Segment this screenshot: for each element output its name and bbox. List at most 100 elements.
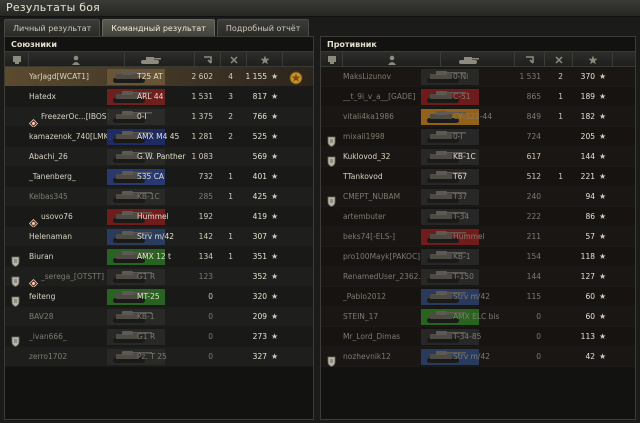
damage-value: 285 (198, 192, 213, 201)
tab-personal-result[interactable]: Личный результат (4, 19, 101, 36)
xp-star-icon: ★ (599, 152, 607, 161)
tank-name: СУ-122-44 (453, 112, 493, 121)
tank-name: Strv m/42 (453, 352, 490, 361)
player-name: Biuran (29, 252, 54, 261)
xp-star-icon: ★ (271, 152, 279, 161)
xp-star-icon: ★ (271, 272, 279, 281)
ally-row[interactable]: zerro1702 Pz. T 25 0 327 ★ (5, 347, 313, 367)
player-name: Hatedx (29, 92, 56, 101)
player-name: feiteng (29, 292, 56, 301)
ally-row[interactable]: kamazenok_740[LMK] AMX M4 45 1 281 2 525 ★ (5, 127, 313, 147)
xp-value: 60 (585, 292, 595, 301)
tab-team-result[interactable]: Командный результат (102, 19, 215, 36)
ally-row[interactable]: Biuran AMX 12 t 134 1 351 ★ (5, 247, 313, 267)
tank-name: KB-1 (453, 252, 471, 261)
ally-row[interactable]: usovo76 Hummel 192 419 ★ (5, 207, 313, 229)
xp-value: 42 (585, 352, 595, 361)
enemy-damage-column-header[interactable] (515, 52, 545, 66)
damage-value: 0 (536, 332, 541, 341)
ally-row[interactable]: _Tanenberg_ S35 CA 732 1 401 ★ (5, 167, 313, 187)
enemy-row[interactable]: Kuklovod_32 KB-1C 617 144 ★ (321, 147, 635, 167)
kills-value: 3 (228, 92, 233, 101)
ally-row[interactable]: Hatedx ARL 44 1 531 3 817 ★ (5, 87, 313, 107)
kills-column-header[interactable] (221, 52, 247, 66)
tab-detailed-report[interactable]: Подробный отчёт (216, 19, 310, 36)
ally-row[interactable]: feiteng MT-25 0 320 ★ (5, 287, 313, 307)
xp-star-icon: ★ (599, 252, 607, 261)
medal-icon[interactable] (289, 70, 303, 85)
tank-name: T67 (453, 172, 468, 181)
window-title: Результаты боя (6, 1, 100, 14)
enemy-row[interactable]: pro100Mayk[PAKOC] KB-1 154 118 ★ (321, 247, 635, 267)
ally-row[interactable]: _ivan666_ G1 R 0 273 ★ (5, 327, 313, 347)
platoon-badge-icon (11, 332, 20, 347)
tank-name: C-51 (453, 92, 471, 101)
kills-value (219, 207, 233, 227)
enemy-row[interactable]: TTankovod T67 512 1 221 ★ (321, 167, 635, 187)
enemy-kills-column-header[interactable] (545, 52, 573, 66)
xp-star-icon: ★ (599, 232, 607, 241)
medals-column-header (283, 52, 313, 66)
ally-row[interactable]: Kelbas345 KB-1C 285 1 425 ★ (5, 187, 313, 207)
xp-value: 205 (580, 132, 595, 141)
xp-star-icon: ★ (599, 112, 607, 121)
tank-name: 0-Ni (453, 72, 469, 81)
xp-star-icon: ★ (599, 72, 607, 81)
enemy-player-column-header[interactable] (343, 52, 441, 66)
xp-star-icon: ★ (271, 92, 279, 101)
ally-row[interactable]: BAV28 KB-1 0 209 ★ (5, 307, 313, 327)
kills-value (549, 227, 563, 247)
enemy-row[interactable]: STEIN_17 AMX ELC bis 0 60 ★ (321, 307, 635, 327)
xp-value: 569 (252, 152, 267, 161)
enemy-row[interactable]: RenamedUser_2362... T-150 144 127 ★ (321, 267, 635, 287)
damage-value: 1 281 (191, 132, 213, 141)
enemy-row[interactable]: beks74[-ELS-] Hummel 211 57 ★ (321, 227, 635, 247)
damage-value: 0 (208, 332, 213, 341)
tank-name: T37 (453, 192, 468, 201)
tank-name: AMX ELC bis (453, 312, 500, 321)
tank-name: Strv m/42 (453, 292, 490, 301)
damage-column-header[interactable] (195, 52, 221, 66)
enemy-row[interactable]: _Pablo2012 Strv m/42 115 60 ★ (321, 287, 635, 307)
enemy-row[interactable]: artembuter T-34 222 86 ★ (321, 207, 635, 227)
platoon-column-header[interactable] (5, 52, 29, 66)
tank-name: T-34-85 (453, 332, 482, 341)
ally-row[interactable]: YarJagd[WCAT1] T25 AT 2 602 4 1 155 ★ (5, 67, 313, 87)
kills-value (219, 267, 233, 287)
player-column-header[interactable] (29, 52, 125, 66)
kills-value (219, 327, 233, 347)
ally-row[interactable]: Abachi_26 G.W. Panther 1 083 569 ★ (5, 147, 313, 167)
enemy-row[interactable]: vitali4ka1986 СУ-122-44 849 1 182 ★ (321, 107, 635, 127)
kills-value: 1 (228, 172, 233, 181)
player-name: YarJagd[WCAT1] (29, 72, 89, 81)
tank-icon (459, 57, 479, 64)
tank-column-header[interactable] (125, 52, 195, 66)
player-name: Kelbas345 (29, 192, 68, 201)
enemy-tank-column-header[interactable] (441, 52, 515, 66)
xp-column-header[interactable] (247, 52, 283, 66)
enemy-row[interactable]: __t_9i_v_a__[GADE] C-51 865 1 189 ★ (321, 87, 635, 107)
ally-row[interactable]: FreezerOc...[IBOS] 0-I 1 375 2 766 ★ (5, 107, 313, 129)
platoon-badge-icon (327, 132, 336, 147)
enemy-row[interactable]: nozhevnik12 Strv m/42 0 42 ★ (321, 347, 635, 367)
enemy-platoon-column-header[interactable] (321, 52, 343, 66)
platoon-badge-icon (11, 252, 20, 267)
ally-row[interactable]: _serega_[OTSTT] G1 R 123 352 ★ (5, 267, 313, 289)
enemy-row[interactable]: mixail1998 0-I 724 205 ★ (321, 127, 635, 147)
enemy-row[interactable]: Mr_Lord_Dimas T-34-85 0 113 ★ (321, 327, 635, 347)
kills-value (219, 287, 233, 307)
kills-value (549, 267, 563, 287)
ally-row[interactable]: Helenaman Strv m/42 142 1 307 ★ (5, 227, 313, 247)
kills-value: 1 (558, 112, 563, 121)
player-name: zerro1702 (29, 352, 68, 361)
allies-title: Союзники (11, 40, 57, 49)
player-name: kamazenok_740[LMK] (29, 132, 112, 141)
xp-value: 57 (585, 232, 595, 241)
xp-value: 273 (252, 332, 267, 341)
enemy-row[interactable]: CMEPT_NUBAM T37 240 94 ★ (321, 187, 635, 207)
xp-value: 766 (252, 112, 267, 121)
enemy-row[interactable]: MaksLizunov 0-Ni 1 531 2 370 ★ (321, 67, 635, 87)
xp-star-icon: ★ (271, 192, 279, 201)
enemy-xp-column-header[interactable] (573, 52, 613, 66)
allies-list: YarJagd[WCAT1] T25 AT 2 602 4 1 155 ★ Hatedx AR… (5, 67, 313, 367)
